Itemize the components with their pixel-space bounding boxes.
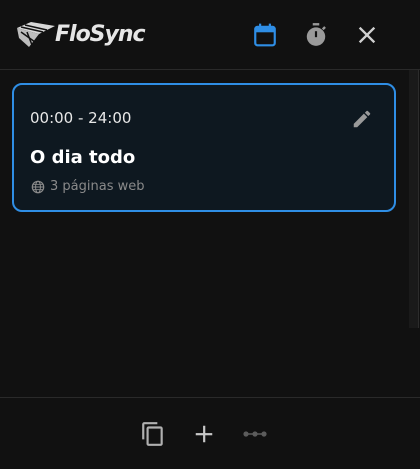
flosync-logo: FloSync xyxy=(15,18,146,50)
scrollbar-thumb[interactable] xyxy=(409,70,419,328)
schedule-time-range: 00:00 - 24:00 xyxy=(30,109,132,127)
copy-button[interactable] xyxy=(138,419,168,449)
timer-button[interactable] xyxy=(301,20,331,50)
close-button[interactable] xyxy=(352,20,382,50)
scrollbar[interactable] xyxy=(408,70,420,398)
copy-icon xyxy=(142,422,163,446)
schedule-title: O dia todo xyxy=(30,147,136,168)
more-button[interactable] xyxy=(240,419,270,449)
close-icon xyxy=(358,26,376,44)
calendar-button[interactable] xyxy=(250,20,280,50)
add-icon xyxy=(195,425,213,443)
timer-icon xyxy=(306,23,326,46)
schedule-card[interactable]: 00:00 - 24:00 O dia todo 3 páginas web xyxy=(12,83,396,212)
calendar-icon xyxy=(254,23,276,47)
schedule-pages-label: 3 páginas web xyxy=(50,179,145,194)
brand-name: FloSync xyxy=(55,21,146,47)
more-icon xyxy=(243,431,267,437)
globe-icon xyxy=(31,180,45,193)
footer-toolbar xyxy=(0,397,420,469)
pencil-icon xyxy=(353,110,371,128)
flosync-logo-icon xyxy=(17,22,55,47)
add-button[interactable] xyxy=(189,419,219,449)
schedule-pages: 3 páginas web xyxy=(31,179,144,194)
app-header: FloSync xyxy=(0,0,420,70)
edit-button[interactable] xyxy=(350,107,374,131)
